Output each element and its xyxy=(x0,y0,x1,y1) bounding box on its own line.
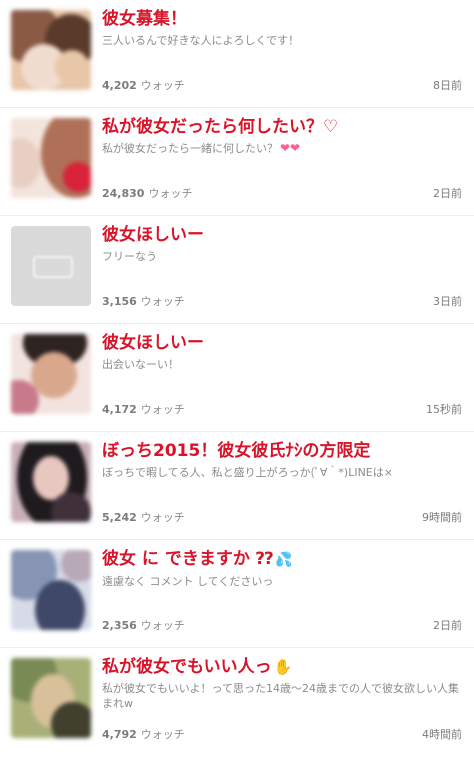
thumbnail-image xyxy=(11,10,91,90)
item-title[interactable]: 私が彼女でもいい人っ ✋ xyxy=(102,656,462,678)
watch-label: ウォッチ xyxy=(148,187,193,200)
list-item[interactable]: 私が彼女だったら何したい？♡ 私が彼女だったら一緒に何したい？ ❤❤ 24,830… xyxy=(0,108,474,216)
item-description: 三人いるんで好きな人によろしくです！ xyxy=(102,34,300,47)
item-title[interactable]: ぼっち2015！彼女彼氏ﾅｼの方限定 xyxy=(102,440,462,462)
item-meta: 3,156 ウォッチ 3日前 xyxy=(102,295,462,309)
raised-hand-icon: ✋ xyxy=(273,658,293,676)
list-item[interactable]: 彼女 に できますか ⁇ 💦 遠慮なく コメント してくださいっ 2,356 ウォッ… xyxy=(0,540,474,648)
sweat-drops-icon: 💦 xyxy=(275,552,293,568)
item-description-text: 私が彼女だったら一緒に何したい？ xyxy=(102,142,278,155)
item-description: ぼっちで暇してる人、私と盛り上がろっか(ﾟ∀｀*)LINEは× xyxy=(102,466,393,479)
item-title[interactable]: 彼女ほしいー xyxy=(102,224,462,246)
timestamp: 8日前 xyxy=(433,79,462,92)
list-item[interactable]: ぼっち2015！彼女彼氏ﾅｼの方限定 ぼっちで暇してる人、私と盛り上がろっか(ﾟ… xyxy=(0,432,474,540)
item-title[interactable]: 私が彼女だったら何したい？♡ xyxy=(102,116,462,138)
item-title[interactable]: 彼女ほしいー xyxy=(102,332,462,354)
item-description: 出会いなーい！ xyxy=(102,358,179,371)
thumbnail-image xyxy=(11,658,91,738)
watch-label: ウォッチ xyxy=(140,79,185,92)
thumbnail-image xyxy=(11,118,91,198)
watch-label: ウォッチ xyxy=(140,403,185,416)
watch-count: 4,202 xyxy=(102,79,137,92)
timestamp: 3日前 xyxy=(433,295,462,308)
watch-label: ウォッチ xyxy=(140,619,185,632)
item-description: 遠慮なく コメント してくださいっ xyxy=(102,575,274,588)
item-title[interactable]: 彼女募集！ xyxy=(102,8,462,30)
item-description: 私が彼女だったら一緒に何したい？ ❤❤ xyxy=(102,141,462,156)
watch-count: 5,242 xyxy=(102,511,137,524)
watch-count: 4,792 xyxy=(102,728,137,741)
item-meta: 2,356 ウォッチ 2日前 xyxy=(102,619,462,633)
watch-count: 2,356 xyxy=(102,619,137,632)
item-description: フリーなう xyxy=(102,250,157,263)
heart-pink-icon: ❤❤ xyxy=(280,141,301,155)
item-title[interactable]: 彼女 に できますか ⁇ 💦 xyxy=(102,548,462,571)
thread-list: 彼女募集！ 三人いるんで好きな人によろしくです！ 4,202 ウォッチ 8日前 私… xyxy=(0,0,474,756)
timestamp: 2日前 xyxy=(433,619,462,632)
watch-count: 3,156 xyxy=(102,295,137,308)
watch-count: 4,172 xyxy=(102,403,137,416)
item-description: 私が彼女でもいいよ！って思った14歳〜24歳までの人で彼女欲しい人集まれw xyxy=(102,682,460,710)
item-meta: 4,792 ウォッチ 4時間前 xyxy=(102,728,462,742)
item-title-text: 彼女 に できますか ⁇ xyxy=(102,549,274,569)
placeholder-logo-icon xyxy=(33,256,73,278)
list-item[interactable]: 私が彼女でもいい人っ ✋ 私が彼女でもいいよ！って思った14歳〜24歳までの人で彼… xyxy=(0,648,474,756)
timestamp: 2日前 xyxy=(433,187,462,200)
item-meta: 4,202 ウォッチ 8日前 xyxy=(102,79,462,93)
timestamp: 15秒前 xyxy=(426,403,462,416)
item-meta: 24,830 ウォッチ 2日前 xyxy=(102,187,462,201)
watch-label: ウォッチ xyxy=(140,511,185,524)
thumbnail-placeholder xyxy=(11,226,91,306)
list-item[interactable]: 彼女募集！ 三人いるんで好きな人によろしくです！ 4,202 ウォッチ 8日前 xyxy=(0,0,474,108)
watch-label: ウォッチ xyxy=(140,295,185,308)
watch-label: ウォッチ xyxy=(140,728,185,741)
timestamp: 9時間前 xyxy=(422,511,462,524)
thumbnail-image xyxy=(11,442,91,522)
item-title-text: 私が彼女でもいい人っ xyxy=(102,657,272,677)
item-meta: 5,242 ウォッチ 9時間前 xyxy=(102,511,462,525)
list-item[interactable]: 彼女ほしいー フリーなう 3,156 ウォッチ 3日前 xyxy=(0,216,474,324)
list-item[interactable]: 彼女ほしいー 出会いなーい！ 4,172 ウォッチ 15秒前 xyxy=(0,324,474,432)
watch-count: 24,830 xyxy=(102,187,145,200)
thumbnail-image xyxy=(11,334,91,414)
item-meta: 4,172 ウォッチ 15秒前 xyxy=(102,403,462,417)
thumbnail-image xyxy=(11,550,91,630)
timestamp: 4時間前 xyxy=(422,728,462,741)
